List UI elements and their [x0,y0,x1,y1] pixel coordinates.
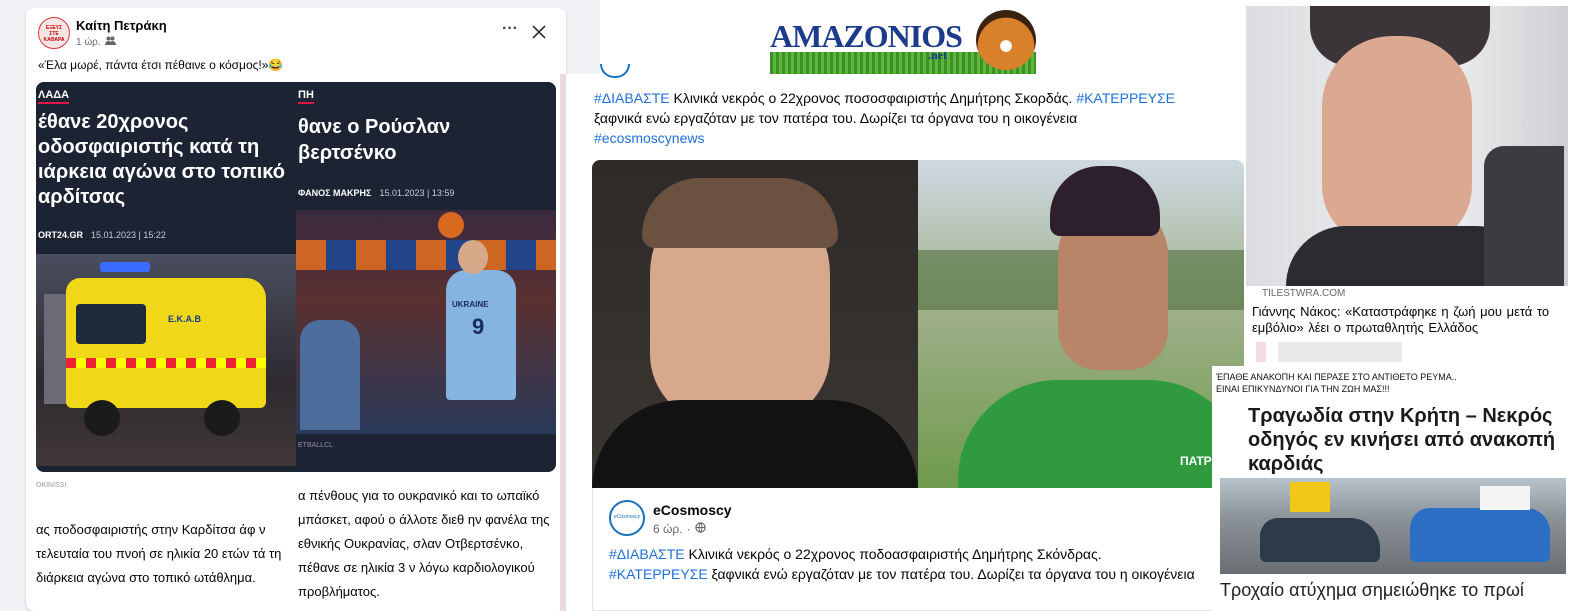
category-label: ΛΑΔΑ [38,89,70,104]
friends-audience-icon [104,36,116,48]
avatar-text: eCosmoscy [613,514,641,520]
tiger-icon [976,10,1036,70]
hashtag-ecosmoscynews[interactable]: #ecosmoscynews [594,130,705,146]
post-text-line2: ξαφνικά ενώ εργαζόταν με τον πατέρα του.… [707,566,1195,582]
post-meta: 6 ώρ. · [653,522,706,536]
hashtag-katerreuse[interactable]: #ΚΑΤΕΡΡΕΥΣΕ [609,566,708,582]
crash-photo [1220,478,1566,574]
ambulance-photo: Ε.Κ.Α.Β [36,254,296,466]
ambulance-label: Ε.Κ.Α.Β [168,314,202,324]
player-photo-right: ΠΑΤΡ [918,160,1244,488]
right-article-header: ΠΗ θανε ο Ρούσλαν βερτσένκο ΦΑΝΟΣ ΜΑΚΡΗΣ… [296,82,556,212]
page-avatar[interactable]: eCosmoscy [609,500,645,536]
nakos-photo[interactable] [1246,6,1568,286]
left-article-header: ΛΑΔΑ έθανε 20χρονος οδοσφαιριστής κατά τ… [36,82,296,262]
amazonios-logo[interactable]: AMAZONIOS .net [770,10,1036,74]
blurred-bar [1256,342,1402,362]
jersey-number: 9 [472,314,485,339]
left-article-body: ας ποδοσφαιριστής στην Καρδίτσα άφ ν τελ… [36,522,282,585]
article-date: 15.01.2023 | 13:59 [379,188,455,198]
logo-subtext: .net [928,48,947,62]
right-article-title: θανε ο Ρούσλαν βερτσένκο [298,116,451,164]
more-options-icon[interactable]: ··· [500,21,520,42]
author-avatar[interactable]: ΕΞΕΥΣ ΣΤΕ ΚΑΘΑΡΑ [38,17,70,49]
article-card-nakos[interactable]: TILESTWRA.COM Γιάννης Νάκος: «Καταστράφη… [1250,286,1568,338]
crete-news-card[interactable]: ΈΠΑΘΕ ΑΝΑΚΟΠΗ ΚΑΙ ΠΕΡΑΣΕ ΣΤΟ ΑΝΤΙΘΕΤΟ ΡΕ… [1212,366,1568,611]
hashtag-diavaste[interactable]: #ΔΙΑΒΑΣΤΕ [609,546,685,562]
post-meta: 1 ώρ. [76,36,116,48]
basketball [438,212,464,238]
close-icon[interactable] [529,22,549,42]
crete-title: Τραγωδία στην Κρήτη – Νεκρός οδηγός εν κ… [1248,405,1556,475]
post-text-line1: Κλινικά νεκρός ο 22χρονος ποδοασφαιριστή… [684,546,1102,562]
page-avatar-top [600,64,630,78]
facebook-post-middle: #ΔΙΑΒΑΣΤΕ Κλινικά νεκρός ο 22χρονος ποσο… [560,64,1246,611]
caption-line2: ΕΙΝΑΙ ΕΠΙΚΥΝΔΥΝΟΙ ΓΙΑ ΤΗΝ ΖΩΗ ΜΑΣ!!! [1216,384,1390,394]
hashtag-diavaste[interactable]: #ΔΙΑΒΑΣΤΕ [594,90,670,106]
category-label: ΠΗ [298,89,314,104]
post-text-line1: Κλινικά νεκρός ο 22χρονος ποσοσφαιριστής… [669,90,1077,106]
author-name: ΦΑΝΟΣ ΜΑΚΡΗΣ [298,188,372,198]
post-image-players[interactable]: ΠΑΤΡ [592,160,1244,488]
source-name: TILESTWRA.COM [1262,288,1346,299]
photo-credit-right: ETBALLCL [298,442,334,449]
post-text-bottom: #ΔΙΑΒΑΣΤΕ Κλινικά νεκρός ο 22χρονος ποδο… [609,544,1229,584]
post-time[interactable]: 1 ώρ. [76,37,101,48]
post-time[interactable]: 6 ώρ. [653,522,683,536]
post-text-top: #ΔΙΑΒΑΣΤΕ Κλινικά νεκρός ο 22χρονος ποσο… [594,88,1234,148]
nakos-headline: Γιάννης Νάκος: «Καταστράφηκε η ζωή μου μ… [1252,304,1550,335]
post-card: ΕΞΕΥΣ ΣΤΕ ΚΑΘΑΡΑ Καίτη Πετράκη 1 ώρ. ···… [26,8,566,611]
right-article-byline: ΦΑΝΟΣ ΜΑΚΡΗΣ 15.01.2023 | 13:59 [298,188,454,198]
article-body-area: OKINISSI ας ποδοσφαιριστής στην Καρδίτσα… [36,472,556,602]
author-name[interactable]: Καίτη Πετράκη [76,18,167,33]
article-date: 15.01.2023 | 15:22 [91,230,166,240]
globe-icon [694,522,706,536]
crete-bottom-text: Τροχαίο ατύχημα σημειώθηκε το πρωί [1220,580,1524,600]
hashtag-katerreuse[interactable]: #ΚΑΤΕΡΡΕΥΣΕ [1076,90,1175,106]
post-footer: eCosmoscy eCosmoscy 6 ώρ. · #ΔΙΑΒΑΣΤΕ Κλι… [592,488,1244,611]
caption-line1: ΈΠΑΘΕ ΑΝΑΚΟΠΗ ΚΑΙ ΠΕΡΑΣΕ ΣΤΟ ΑΝΤΙΘΕΤΟ ΡΕ… [1216,372,1457,382]
jersey-text: UKRAINE [452,300,489,309]
photo-credit-left: OKINISSI [36,482,67,489]
basketball-photo: UKRAINE 9 [296,210,556,434]
facebook-post-left: ΕΞΕΥΣ ΣΤΕ ΚΑΘΑΡΑ Καίτη Πετράκη 1 ώρ. ···… [0,0,600,611]
right-article-body: α πένθους για το ουκρανικό και το ωπαϊκό… [298,488,550,599]
jersey-text: ΠΑΤΡ [1180,454,1212,468]
source-name: ORT24.GR [38,230,84,240]
page-name[interactable]: eCosmoscy [653,502,732,518]
avatar-text: ΕΞΕΥΣ ΣΤΕ ΚΑΘΑΡΑ [43,25,65,43]
left-article-title: έθανε 20χρονος οδοσφαιριστής κατά τη ιάρ… [38,111,285,208]
post-image[interactable]: ΛΑΔΑ έθανε 20χρονος οδοσφαιριστής κατά τ… [36,82,556,472]
left-article-byline: ORT24.GR 15.01.2023 | 15:22 [38,230,166,240]
player-photo-left [592,160,918,488]
post-text-line2: ξαφνικά ενώ εργαζόταν με τον πατέρα του.… [594,110,1078,126]
post-caption: «Έλα μωρέ, πάντα έτσι πέθαινε ο κόσμος!»… [38,58,284,72]
